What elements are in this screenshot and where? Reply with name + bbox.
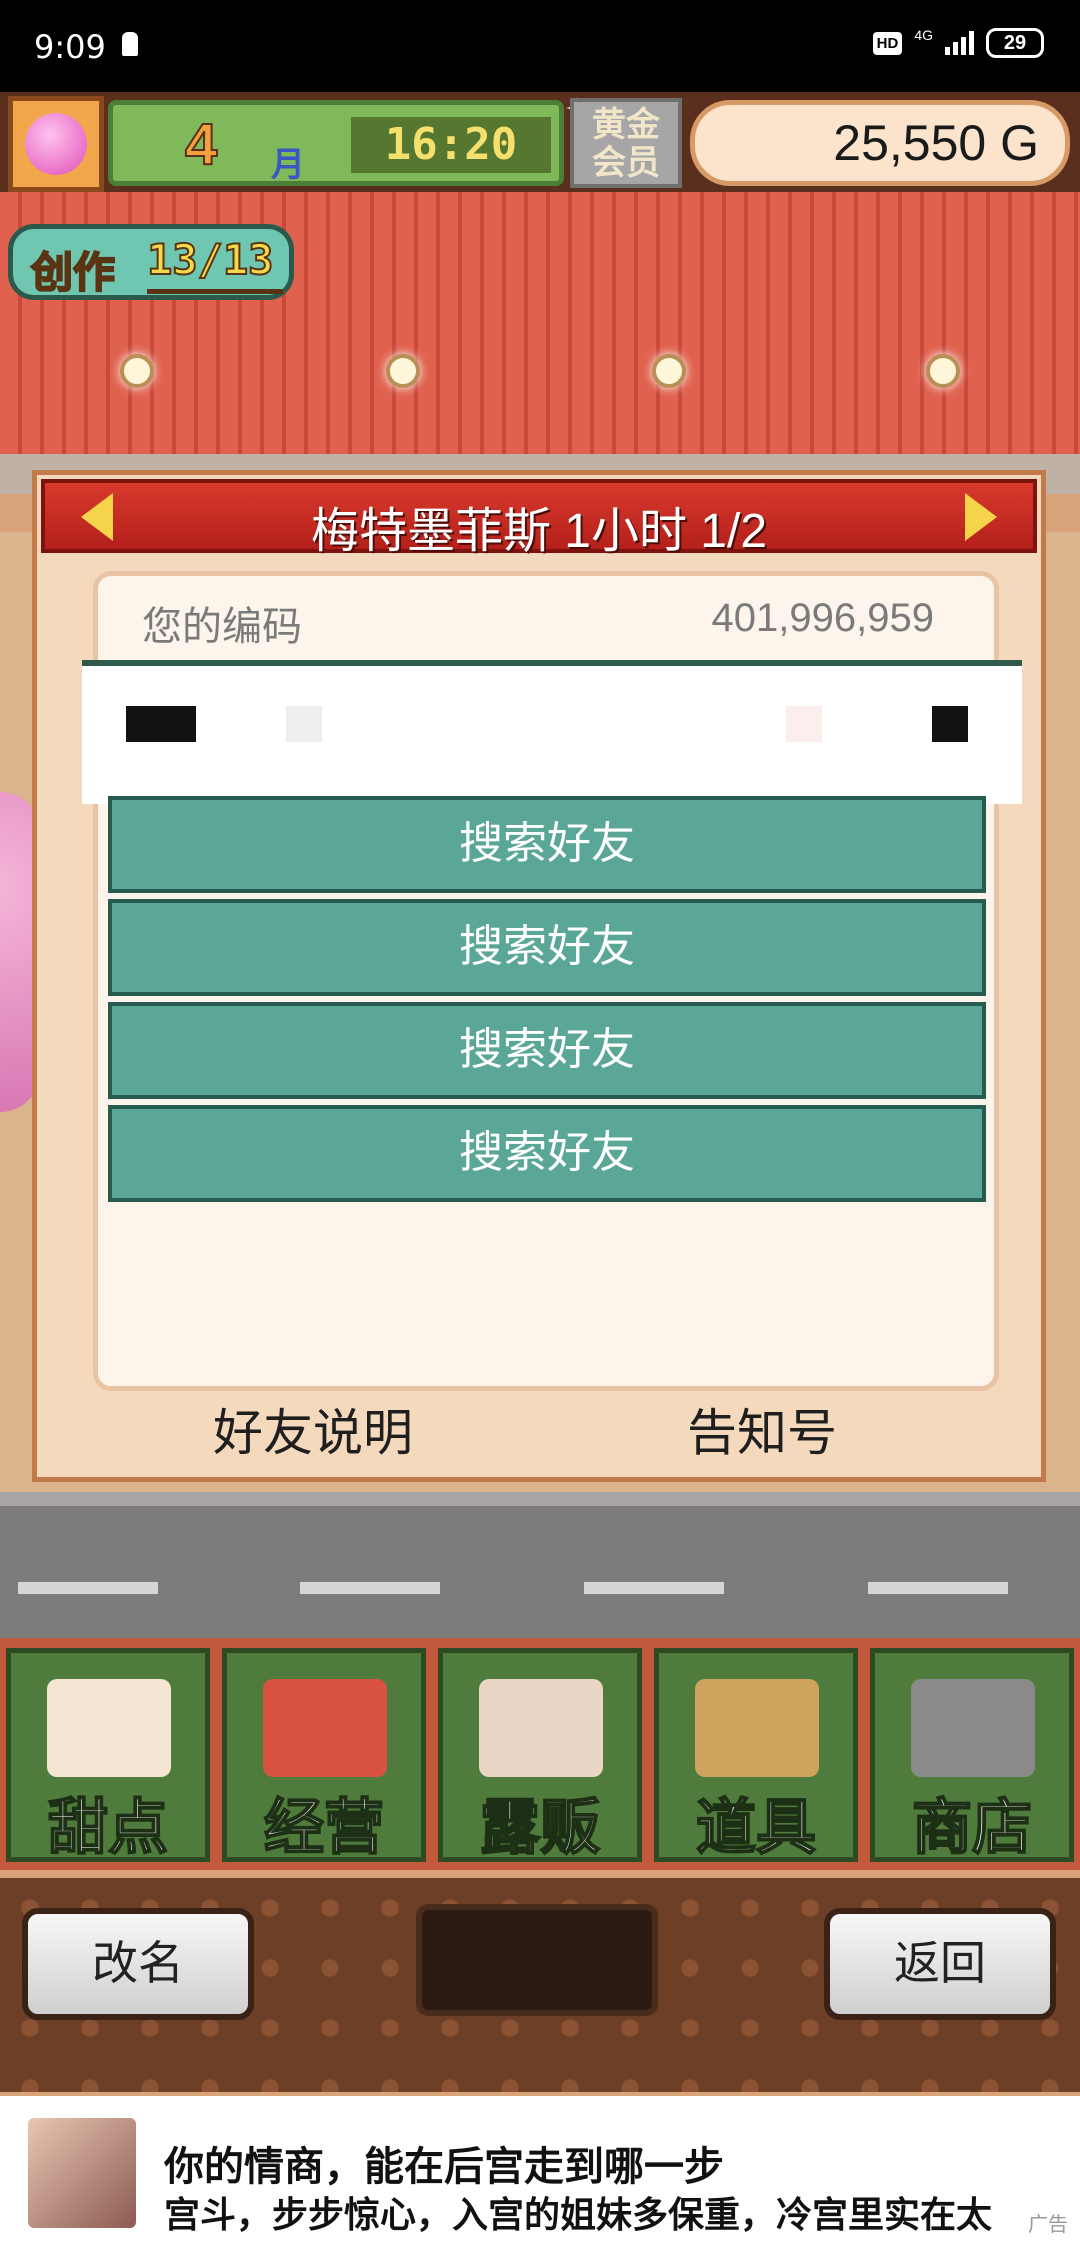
ad-banner[interactable]: 你的情商，能在后宫走到哪一步 宫斗，步步惊心，入宫的姐妹多保重，冷宫里实在太 广… xyxy=(0,2096,1080,2248)
hd-icon: HD xyxy=(872,31,903,55)
bottom-bar: 改名 返回 xyxy=(0,1878,1080,2092)
lamp-icon xyxy=(652,354,686,388)
center-slot xyxy=(416,1904,658,2016)
menu-label: 经营 xyxy=(263,1793,385,1862)
search-friend-list: 搜索好友 搜索好友 搜索好友 搜索好友 xyxy=(108,796,986,1208)
ad-thumbnail xyxy=(28,2118,136,2228)
lamp-icon xyxy=(386,354,420,388)
search-friend-button[interactable]: 搜索好友 xyxy=(108,899,986,996)
dialog-header: 梅特墨菲斯 1小时 1/2 xyxy=(41,479,1037,558)
next-arrow-icon[interactable] xyxy=(965,493,997,541)
clock: 16:20 xyxy=(351,117,551,173)
shop-icon xyxy=(263,1679,387,1777)
road-dash xyxy=(584,1582,724,1594)
game-scene: 4 月 16:20 ✦ 黄金 会员 25,550 G 创作 13/13 梅特墨菲… xyxy=(0,92,1080,2096)
code-label: 您的编码 xyxy=(142,605,302,649)
road-dash xyxy=(300,1582,440,1594)
create-underline xyxy=(147,289,283,294)
redacted-friend-entry xyxy=(82,660,1022,804)
search-friend-button[interactable]: 搜索好友 xyxy=(108,1105,986,1202)
road-dash xyxy=(18,1582,158,1594)
ad-subtitle: 宫斗，步步惊心，入宫的姐妹多保重，冷宫里实在太 xyxy=(164,2194,993,2235)
notification-icon xyxy=(122,32,138,56)
lamp-icon xyxy=(926,354,960,388)
menu-label: 道具 xyxy=(695,1793,817,1862)
gold-member-badge[interactable]: 黄金 会员 xyxy=(570,98,682,188)
signal-icon xyxy=(945,31,974,55)
hud-bar: 4 月 16:20 ✦ 黄金 会员 25,550 G xyxy=(0,92,1080,192)
money-display: 25,550 G xyxy=(690,100,1070,186)
search-friend-button[interactable]: 搜索好友 xyxy=(108,796,986,893)
month-value: 4 xyxy=(184,111,218,178)
menu-item-manage[interactable]: 经营 xyxy=(222,1648,426,1862)
menu-item-stall[interactable]: 露贩 xyxy=(438,1648,642,1862)
dialog-links: 好友说明 告知号 xyxy=(37,1393,1041,1473)
create-count: 13/13 xyxy=(146,234,274,285)
lamp-icon xyxy=(120,354,154,388)
battery-icon: 29 xyxy=(986,28,1044,58)
food-truck-icon xyxy=(479,1679,603,1777)
back-button[interactable]: 返回 xyxy=(824,1908,1056,2020)
redaction-block xyxy=(786,706,822,742)
main-menu: 甜点 经营 露贩 道具 商店 xyxy=(0,1638,1080,1870)
rename-button[interactable]: 改名 xyxy=(22,1908,254,2020)
friend-explain-link[interactable]: 好友说明 xyxy=(213,1393,413,1465)
create-label: 创作 xyxy=(30,248,116,297)
ad-mark: 广告 xyxy=(1028,2214,1068,2236)
friend-dialog: 梅特墨菲斯 1小时 1/2 您的编码 401,996,959 搜索好友 搜索好友… xyxy=(32,470,1046,1482)
status-bar: 9:09 HD 4G 29 xyxy=(0,0,1080,92)
redaction-block xyxy=(286,706,322,742)
search-friend-button[interactable]: 搜索好友 xyxy=(108,1002,986,1099)
cart-icon xyxy=(911,1679,1035,1777)
menu-item-items[interactable]: 道具 xyxy=(654,1648,858,1862)
dialog-title: 梅特墨菲斯 1小时 1/2 xyxy=(310,505,768,558)
shop-avatar[interactable] xyxy=(8,96,104,192)
cake-icon xyxy=(47,1679,171,1777)
redaction-block xyxy=(126,706,196,742)
menu-label: 甜点 xyxy=(47,1793,169,1862)
road-dash xyxy=(868,1582,1008,1594)
date-panel: 4 月 16:20 xyxy=(108,100,564,186)
status-time: 9:09 xyxy=(34,28,106,66)
status-right: HD 4G 29 xyxy=(872,27,1044,58)
menu-item-store[interactable]: 商店 xyxy=(870,1648,1074,1862)
notice-id-link[interactable]: 告知号 xyxy=(687,1393,837,1465)
month-unit: 月 xyxy=(271,146,305,184)
blossom-icon xyxy=(25,113,87,175)
tools-icon xyxy=(695,1679,819,1777)
menu-label: 露贩 xyxy=(479,1793,601,1862)
network-type: 4G xyxy=(914,27,933,43)
menu-item-dessert[interactable]: 甜点 xyxy=(6,1648,210,1862)
ad-title: 你的情商，能在后宫走到哪一步 xyxy=(164,2145,724,2189)
redaction-block xyxy=(932,706,968,742)
code-value: 401,996,959 xyxy=(711,596,934,640)
dialog-body: 您的编码 401,996,959 搜索好友 搜索好友 搜索好友 搜索好友 xyxy=(82,571,1022,1391)
create-badge[interactable]: 创作 13/13 xyxy=(8,224,294,300)
menu-label: 商店 xyxy=(911,1793,1033,1862)
